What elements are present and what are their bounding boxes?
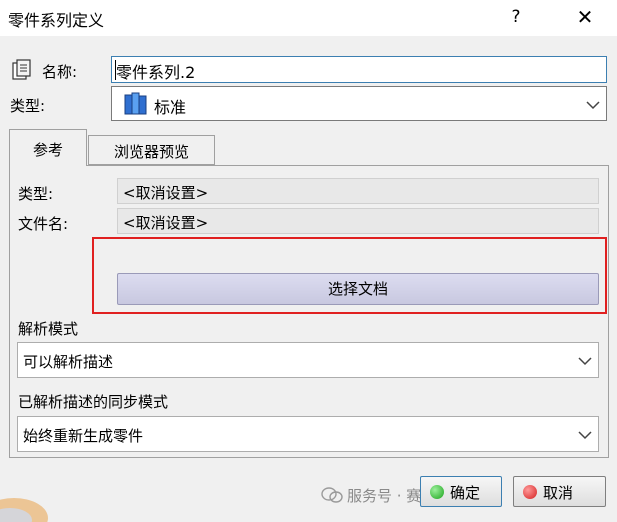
resolve-mode-label: 解析模式	[18, 320, 79, 338]
green-dot-icon	[430, 485, 444, 499]
window-title: 零件系列定义	[8, 11, 105, 30]
title-bar: 零件系列定义 ? ✕	[0, 0, 617, 36]
cancel-label: 取消	[543, 484, 574, 502]
part-family-icon	[12, 59, 31, 80]
ref-filename-label: 文件名:	[18, 215, 69, 233]
sync-mode-select[interactable]: 始终重新生成零件	[17, 416, 599, 452]
resolve-mode-select[interactable]: 可以解析描述	[17, 342, 599, 378]
books-icon	[124, 92, 147, 115]
chevron-down-icon	[578, 431, 592, 440]
close-button[interactable]: ✕	[568, 3, 602, 31]
ok-label: 确定	[450, 484, 481, 502]
name-label: 名称:	[42, 63, 78, 81]
wechat-icon	[321, 487, 343, 503]
type-value: 标准	[154, 98, 187, 117]
tab-reference-label: 参考	[32, 141, 63, 159]
sync-mode-value: 始终重新生成零件	[23, 427, 144, 445]
tab-reference[interactable]: 参考	[9, 129, 87, 166]
ref-type-field: <取消设置>	[117, 178, 599, 204]
ref-type-value: <取消设置>	[123, 184, 209, 202]
ok-button[interactable]: 确定	[420, 476, 502, 507]
help-button[interactable]: ?	[501, 3, 531, 31]
type-select[interactable]: 标准	[111, 86, 607, 121]
resolve-mode-value: 可以解析描述	[23, 353, 114, 371]
tab-browser-preview-label: 浏览器预览	[113, 143, 189, 161]
ref-filename-field: <取消设置>	[117, 208, 599, 234]
chevron-down-icon	[586, 101, 600, 110]
sync-mode-label: 已解析描述的同步模式	[18, 393, 169, 411]
ref-filename-value: <取消设置>	[123, 214, 209, 232]
decorative-blob	[0, 498, 48, 522]
type-label: 类型:	[10, 97, 46, 115]
red-dot-icon	[523, 485, 537, 499]
name-value: 零件系列.2	[116, 63, 196, 82]
select-document-button[interactable]: 选择文档	[117, 273, 599, 305]
cancel-button[interactable]: 取消	[513, 476, 606, 507]
ref-type-label: 类型:	[18, 185, 54, 203]
chevron-down-icon	[578, 357, 592, 366]
name-input[interactable]: 零件系列.2	[111, 56, 607, 83]
tab-browser-preview[interactable]: 浏览器预览	[88, 135, 215, 165]
